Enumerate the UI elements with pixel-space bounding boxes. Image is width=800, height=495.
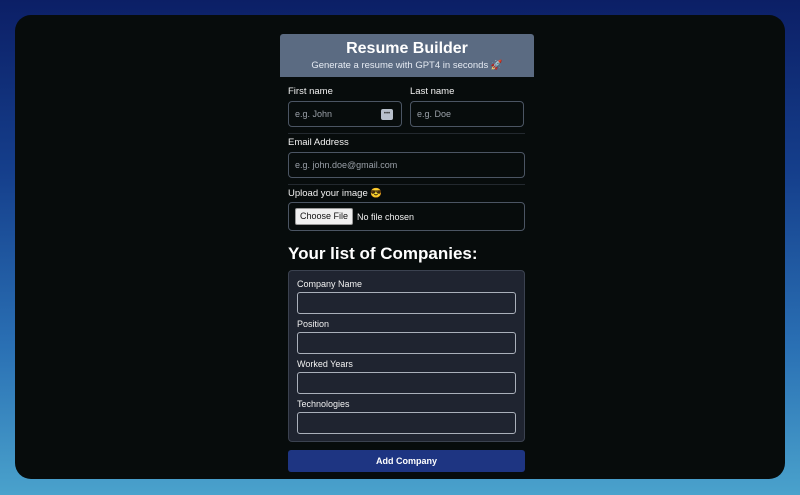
divider xyxy=(288,184,525,185)
file-status-text: No file chosen xyxy=(357,211,415,222)
last-name-group: Last name e.g. Doe xyxy=(410,86,524,127)
position-label: Position xyxy=(297,319,330,329)
email-placeholder: e.g. john.doe@gmail.com xyxy=(295,160,398,170)
technologies-label: Technologies xyxy=(297,399,350,409)
divider xyxy=(288,133,525,134)
name-row: First name e.g. John ••• Last name e.g. … xyxy=(288,86,534,127)
last-name-input[interactable]: e.g. Doe xyxy=(410,101,524,127)
app-window: Resume Builder Generate a resume with GP… xyxy=(15,15,785,479)
upload-label: Upload your image 😎 xyxy=(288,188,383,199)
first-name-label: First name xyxy=(288,86,333,97)
file-upload-input[interactable]: Choose File No file chosen xyxy=(288,202,525,231)
page-subtitle: Generate a resume with GPT4 in seconds 🚀 xyxy=(311,60,503,71)
add-company-button[interactable]: Add Company xyxy=(288,450,525,472)
worked-years-group: Worked Years xyxy=(297,359,516,394)
email-label: Email Address xyxy=(288,137,349,148)
last-name-label: Last name xyxy=(410,86,455,97)
autofill-key-icon[interactable]: ••• xyxy=(381,109,393,120)
technologies-input[interactable] xyxy=(297,412,516,434)
companies-title: Your list of Companies: xyxy=(288,244,478,263)
worked-years-input[interactable] xyxy=(297,372,516,394)
company-name-label: Company Name xyxy=(297,279,363,289)
choose-file-button[interactable]: Choose File xyxy=(295,208,354,225)
first-name-placeholder: e.g. John xyxy=(295,109,333,119)
form-body: First name e.g. John ••• Last name e.g. … xyxy=(280,86,534,472)
last-name-placeholder: e.g. Doe xyxy=(417,109,452,119)
company-card: Company Name Position Worked Years Techn… xyxy=(288,270,525,442)
position-input[interactable] xyxy=(297,332,516,354)
first-name-input[interactable]: e.g. John ••• xyxy=(288,101,402,127)
form-header: Resume Builder Generate a resume with GP… xyxy=(280,34,534,77)
company-name-group: Company Name xyxy=(297,279,516,314)
first-name-group: First name e.g. John ••• xyxy=(288,86,402,127)
position-group: Position xyxy=(297,319,516,354)
worked-years-label: Worked Years xyxy=(297,359,353,369)
email-input[interactable]: e.g. john.doe@gmail.com xyxy=(288,152,525,178)
technologies-group: Technologies xyxy=(297,399,516,434)
resume-form-panel: Resume Builder Generate a resume with GP… xyxy=(280,34,534,472)
company-name-input[interactable] xyxy=(297,292,516,314)
page-title: Resume Builder xyxy=(346,40,468,57)
